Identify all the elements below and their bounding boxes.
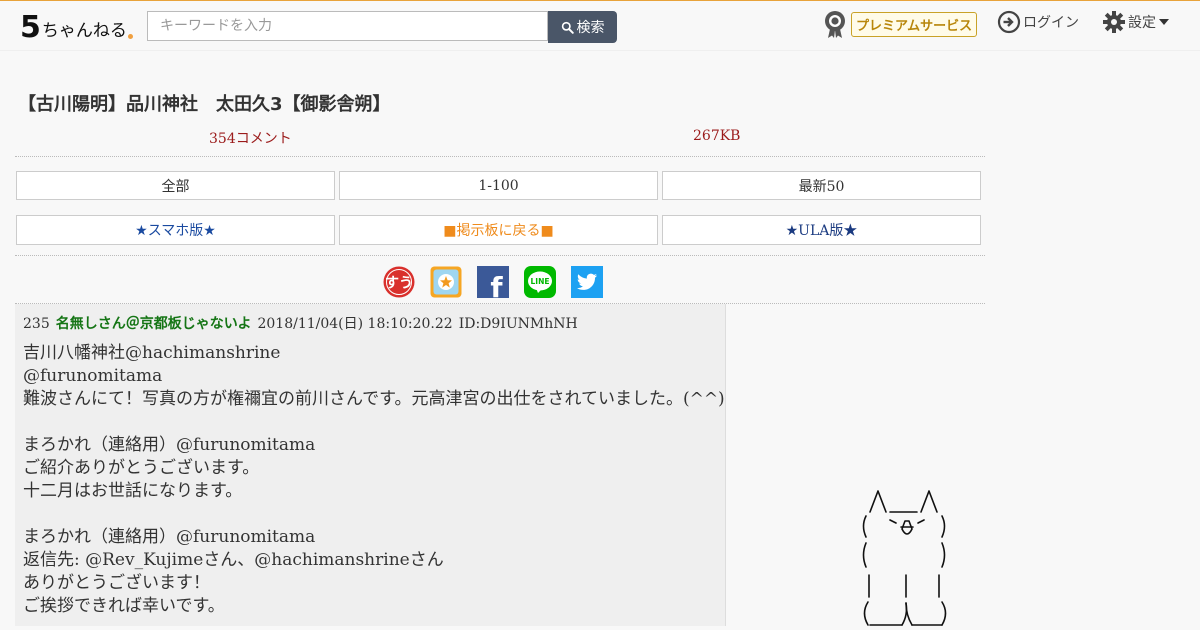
post-date: 2018/11/04(日) 18:10:20.22 — [257, 316, 453, 332]
site-logo[interactable]: 5 ちゃんねる — [20, 11, 133, 43]
facebook-icon-text: f — [490, 271, 503, 298]
site-header: 5 ちゃんねる 検索 プレミアムサービス ログイン — [0, 1, 1200, 51]
post: 235 名無しさん＠京都板じゃないよ 2018/11/04(日) 18:10:2… — [15, 304, 726, 626]
search-button[interactable]: 検索 — [548, 11, 617, 43]
award-badge-icon — [825, 11, 845, 38]
post-header: 235 名無しさん＠京都板じゃないよ 2018/11/04(日) 18:10:2… — [23, 313, 578, 333]
login-label: ログイン — [1023, 15, 1079, 31]
twitter-icon[interactable] — [571, 266, 603, 298]
sumaho-ichiban-icon[interactable]: すう — [383, 266, 415, 298]
nav-latest50-button[interactable]: 最新50 — [662, 171, 981, 200]
premium-service-label: プレミアムサービス — [851, 11, 978, 37]
thread-size: 267KB — [693, 128, 741, 144]
bookmark-icon[interactable] — [430, 266, 462, 298]
settings-dropdown[interactable]: 設定 — [1102, 10, 1169, 34]
post-body: 吉川八幡神社@hachimanshrine @furunomitama 難波さん… — [23, 343, 725, 616]
ula-version-link[interactable]: ★ULA版★ — [662, 215, 981, 245]
logo-text: ちゃんねる — [41, 21, 127, 41]
sumaho-icon-text: すう — [385, 276, 413, 292]
premium-service-link[interactable]: プレミアムサービス — [822, 9, 978, 39]
smartphone-version-link[interactable]: ★スマホ版★ — [16, 215, 335, 245]
search-button-label: 検索 — [576, 20, 605, 36]
chevron-down-icon — [1159, 19, 1169, 25]
poster-id[interactable]: ID:D9IUNMhNH — [459, 316, 578, 332]
search-icon — [561, 21, 574, 34]
poster-name: 名無しさん＠京都板じゃないよ — [55, 316, 252, 332]
back-to-board-link[interactable]: ■掲示板に戻る■ — [339, 215, 658, 245]
facebook-icon[interactable]: f — [477, 266, 509, 298]
settings-label: 設定 — [1128, 15, 1156, 31]
gear-icon — [1103, 11, 1125, 33]
divider — [15, 255, 985, 256]
search-input[interactable] — [147, 11, 548, 41]
ascii-art-cat — [862, 490, 947, 626]
login-button[interactable]: ログイン — [997, 10, 1079, 34]
divider — [15, 156, 985, 157]
line-icon[interactable]: LINE — [524, 266, 556, 298]
nav-all-button[interactable]: 全部 — [16, 171, 335, 200]
login-icon — [997, 10, 1021, 34]
line-icon-text: LINE — [531, 277, 550, 286]
logo-dot — [127, 34, 133, 39]
post-number[interactable]: 235 — [23, 316, 50, 332]
nav-1-100-button[interactable]: 1-100 — [339, 171, 658, 200]
logo-number: 5 — [20, 10, 41, 45]
comment-count: 354コメント — [209, 131, 292, 147]
thread-title: 【古川陽明】品川神社 太田久3【御影舎朔】 — [18, 94, 391, 115]
